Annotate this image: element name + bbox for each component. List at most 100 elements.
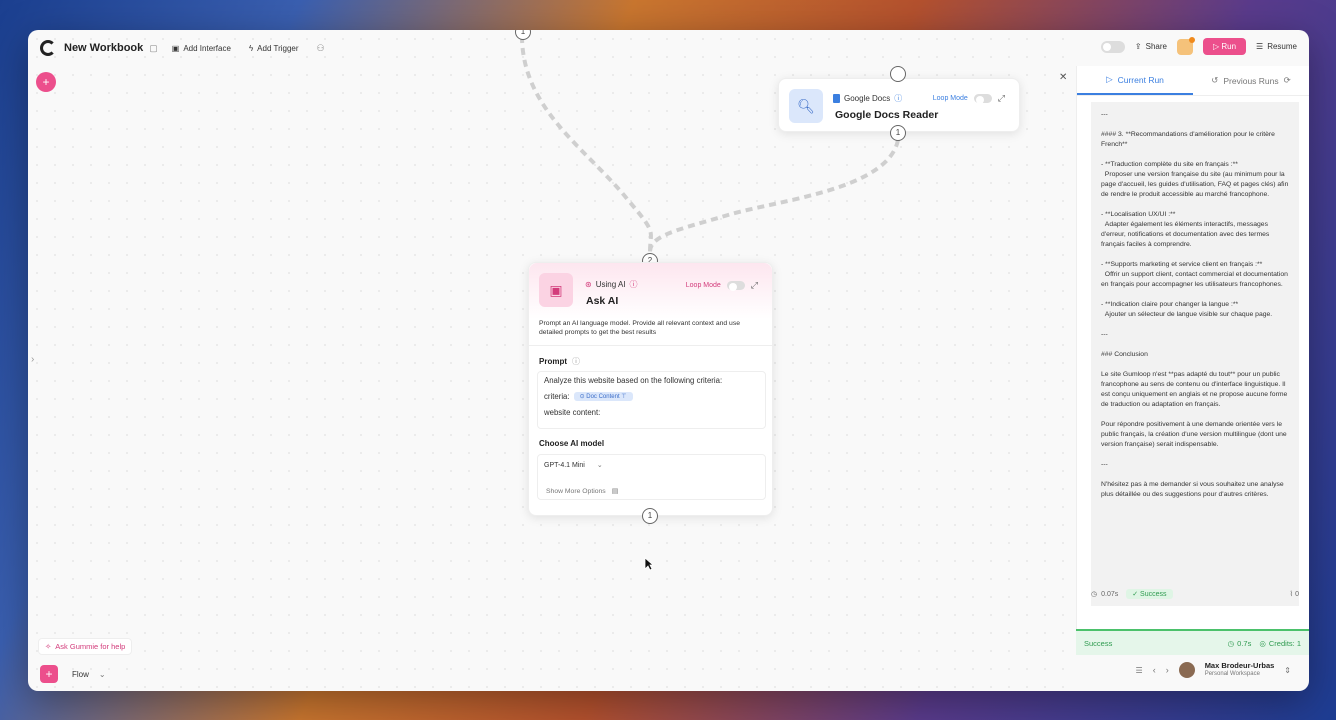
- comment-icon[interactable]: ▢: [149, 43, 158, 54]
- chevron-updown-icon[interactable]: ⇕: [1284, 666, 1291, 675]
- refresh-icon[interactable]: ⟳: [1284, 75, 1291, 86]
- resume-icon: ☰: [1256, 42, 1264, 51]
- add-trigger-label: Add Trigger: [257, 43, 299, 53]
- chevron-right-icon[interactable]: ›: [1166, 665, 1169, 675]
- expand-icon[interactable]: ⤢: [751, 280, 758, 291]
- tab-previous-runs[interactable]: ↺ Previous Runs ⟳: [1193, 66, 1309, 95]
- ask-gummie-button[interactable]: ✧ Ask Gummie for help: [38, 638, 133, 655]
- run-status-bar: Success ◷ 0.7s ◎ Credits: 1: [1076, 629, 1309, 655]
- run-tabs: ▷ Current Run ↺ Previous Runs ⟳: [1077, 66, 1309, 96]
- user-name: Max Brodeur-Urbas: [1204, 661, 1275, 670]
- notification-icon[interactable]: [1176, 36, 1195, 55]
- add-interface-button[interactable]: ▣ Add Interface: [172, 44, 231, 53]
- success-badge-label: Success: [1140, 591, 1167, 598]
- gumloop-logo-icon: [40, 40, 56, 56]
- ask-ai-loop-label: Loop Mode: [685, 282, 721, 289]
- model-heading: Choose AI model: [539, 439, 605, 448]
- run-credits: Credits: 1: [1268, 638, 1301, 648]
- tab-current-run[interactable]: ▷ Current Run: [1077, 66, 1193, 95]
- resume-label: Resume: [1267, 42, 1297, 51]
- prompt-label: Prompt: [539, 357, 567, 366]
- criteria-label: criteria:: [544, 392, 570, 401]
- show-more-options-label: Show More Options: [546, 487, 606, 495]
- clock-icon: ◷: [1227, 638, 1235, 648]
- workbook-title[interactable]: New Workbook: [64, 42, 143, 54]
- app-window: New Workbook ▢ ▣ Add Interface ϟ Add Tri…: [28, 30, 1309, 691]
- top-bar: New Workbook ▢ ▣ Add Interface ϟ Add Tri…: [28, 30, 1309, 66]
- google-docs-loop-mode: Loop Mode ⤢: [933, 93, 1005, 104]
- run-output-text: --- #### 3. **Recommandations d'améliora…: [1091, 102, 1299, 606]
- add-interface-label: Add Interface: [183, 43, 231, 53]
- topbar-actions: ⇪ Share ▷ Run ☰ Resume: [1100, 36, 1297, 55]
- flow-label: Flow: [72, 669, 89, 679]
- hierarchy-icon[interactable]: ⚇: [317, 43, 325, 54]
- google-docs-output-port[interactable]: 1: [890, 125, 906, 141]
- ask-gummie-label: Ask Gummie for help: [55, 642, 126, 651]
- run-meta: ◷ 0.07s ✓ Success ⌇ 0: [1091, 584, 1299, 604]
- ask-ai-loop-toggle[interactable]: [726, 281, 745, 291]
- model-select[interactable]: GPT-4.1 Mini ⌄: [544, 461, 603, 470]
- run-label: Run: [1221, 42, 1237, 51]
- chip-icon: ▣: [539, 273, 573, 307]
- flow-selector[interactable]: Flow ⌄: [72, 670, 106, 679]
- help-icon[interactable]: ⓘ: [630, 279, 638, 290]
- sparkle-icon: ✧: [45, 642, 52, 651]
- help-icon[interactable]: ⓘ: [572, 356, 580, 367]
- ask-ai-service-label: Using AI: [595, 280, 626, 289]
- close-panel-icon[interactable]: ✕: [1059, 72, 1067, 83]
- ask-ai-node[interactable]: ▣ ⊛ Using AI ⓘ Ask AI Loop Mode ⤢ Prompt…: [528, 262, 773, 516]
- history-icon: ↺: [1211, 75, 1219, 85]
- attachment-icon[interactable]: ⌇: [1290, 590, 1293, 598]
- model-value: GPT-4.1 Mini: [544, 461, 585, 469]
- run-status-label: Success: [1084, 638, 1113, 648]
- user-info[interactable]: Max Brodeur-Urbas Personal Workspace: [1205, 661, 1275, 679]
- help-icon[interactable]: ⓘ: [894, 93, 902, 104]
- mode-toggle[interactable]: [1100, 40, 1125, 53]
- share-button[interactable]: ⇪ Share: [1135, 42, 1167, 51]
- tab-previous-runs-label: Previous Runs: [1223, 75, 1279, 86]
- google-docs-loop-label: Loop Mode: [932, 95, 968, 102]
- google-docs-input-port[interactable]: [890, 66, 906, 82]
- google-docs-icon: [833, 94, 840, 103]
- share-icon: ⇪: [1134, 42, 1142, 51]
- model-section: GPT-4.1 Mini ⌄ Show More Options ▤: [537, 454, 766, 500]
- ask-ai-output-port[interactable]: 1: [642, 508, 658, 524]
- run-status-time: 0.7s: [1237, 638, 1252, 648]
- connection-line-top: [520, 35, 653, 253]
- ai-icon: ⊛: [585, 280, 592, 289]
- success-badge: ✓ Success: [1126, 589, 1173, 599]
- google-docs-reader-node[interactable]: 🔍︎ Google Docs ⓘ Google Docs Reader Loop…: [778, 78, 1020, 132]
- workspace-name: Personal Workspace: [1204, 671, 1260, 677]
- mouse-cursor-icon: [644, 557, 654, 571]
- expand-left-chevron-icon[interactable]: ›: [31, 354, 34, 365]
- ask-ai-service: ⊛ Using AI ⓘ: [585, 279, 638, 290]
- add-node-fab[interactable]: +: [36, 72, 56, 92]
- google-docs-service-label: Google Docs: [844, 94, 891, 103]
- prompt-line-criteria: criteria: ⊙ Doc Content ⊤: [544, 392, 759, 401]
- avatar[interactable]: [1178, 662, 1195, 678]
- options-icon: ▤: [611, 488, 619, 495]
- credits-icon: ◎: [1259, 638, 1266, 648]
- expand-icon[interactable]: ⤢: [998, 93, 1005, 104]
- tab-current-run-label: Current Run: [1117, 74, 1164, 85]
- chevron-down-icon: ⌄: [596, 462, 603, 469]
- add-block-button[interactable]: +: [40, 665, 58, 683]
- prompt-editor[interactable]: Analyze this website based on the follow…: [537, 371, 766, 429]
- add-trigger-button[interactable]: ϟ Add Trigger: [249, 44, 299, 53]
- doc-content-chip-label: Doc Content: [586, 394, 620, 400]
- list-icon[interactable]: ☰: [1136, 666, 1143, 675]
- bottom-bar: + Flow ⌄ ☰ ‹ › Max Brodeur-Urbas Persona…: [28, 657, 1309, 691]
- doc-content-chip[interactable]: ⊙ Doc Content ⊤: [573, 392, 633, 401]
- show-more-options[interactable]: Show More Options ▤: [546, 487, 619, 496]
- ask-ai-loop-mode: Loop Mode ⤢: [686, 280, 758, 291]
- chevron-left-icon[interactable]: ‹: [1153, 665, 1156, 675]
- share-label: Share: [1145, 42, 1167, 51]
- lightning-icon: ϟ: [248, 43, 254, 53]
- ask-ai-node-title: Ask AI: [586, 295, 619, 307]
- resume-button[interactable]: ☰ Resume: [1256, 42, 1297, 51]
- user-area: ☰ ‹ › Max Brodeur-Urbas Personal Workspa…: [1136, 661, 1291, 679]
- divider: [529, 345, 772, 346]
- run-button[interactable]: ▷ Run: [1202, 38, 1247, 55]
- google-docs-loop-toggle[interactable]: [973, 94, 992, 104]
- prompt-heading: Prompt ⓘ: [539, 356, 580, 367]
